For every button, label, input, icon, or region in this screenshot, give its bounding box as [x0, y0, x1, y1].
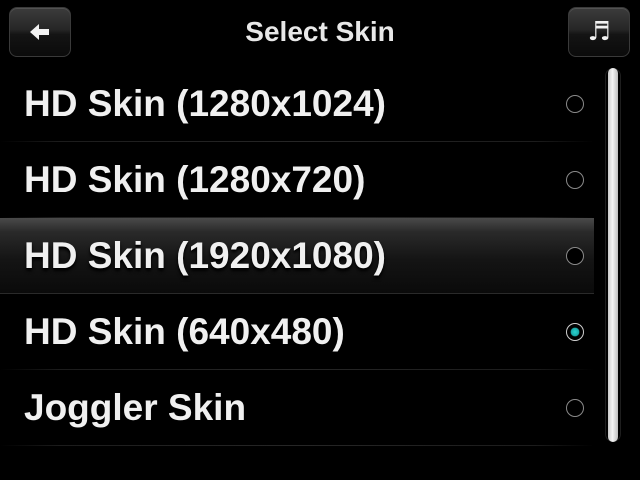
music-note-icon: ♬: [587, 17, 611, 47]
skin-label: HD Skin (1280x1024): [24, 83, 386, 124]
radio-button[interactable]: [566, 171, 584, 189]
divider: [0, 445, 594, 446]
list-item-skin[interactable]: HD Skin (1280x1024): [0, 66, 594, 142]
scrollbar-thumb[interactable]: [608, 68, 618, 442]
skin-label: HD Skin (1920x1080): [24, 235, 386, 276]
back-button[interactable]: [9, 7, 71, 57]
list-item-skin[interactable]: HD Skin (1920x1080): [0, 218, 594, 294]
title-bar: Select Skin ♬: [0, 0, 640, 66]
radio-button[interactable]: [566, 247, 584, 265]
music-button[interactable]: ♬: [568, 7, 630, 57]
back-arrow-icon: [30, 24, 50, 40]
radio-button[interactable]: [566, 399, 584, 417]
skin-label: Joggler Skin: [24, 387, 247, 428]
list-item-skin[interactable]: HD Skin (1280x720): [0, 142, 594, 218]
page-title: Select Skin: [245, 16, 395, 47]
radio-button[interactable]: [566, 95, 584, 113]
skin-label: HD Skin (1280x720): [24, 159, 366, 200]
list-item-skin[interactable]: HD Skin (640x480): [0, 294, 594, 370]
skin-label: HD Skin (640x480): [24, 311, 345, 352]
scrollbar[interactable]: [605, 68, 621, 442]
list-item-skin[interactable]: Joggler Skin: [0, 370, 594, 446]
skin-list: HD Skin (1280x1024) HD Skin (1280x720) H…: [0, 66, 594, 480]
radio-button-checked[interactable]: [566, 323, 584, 341]
